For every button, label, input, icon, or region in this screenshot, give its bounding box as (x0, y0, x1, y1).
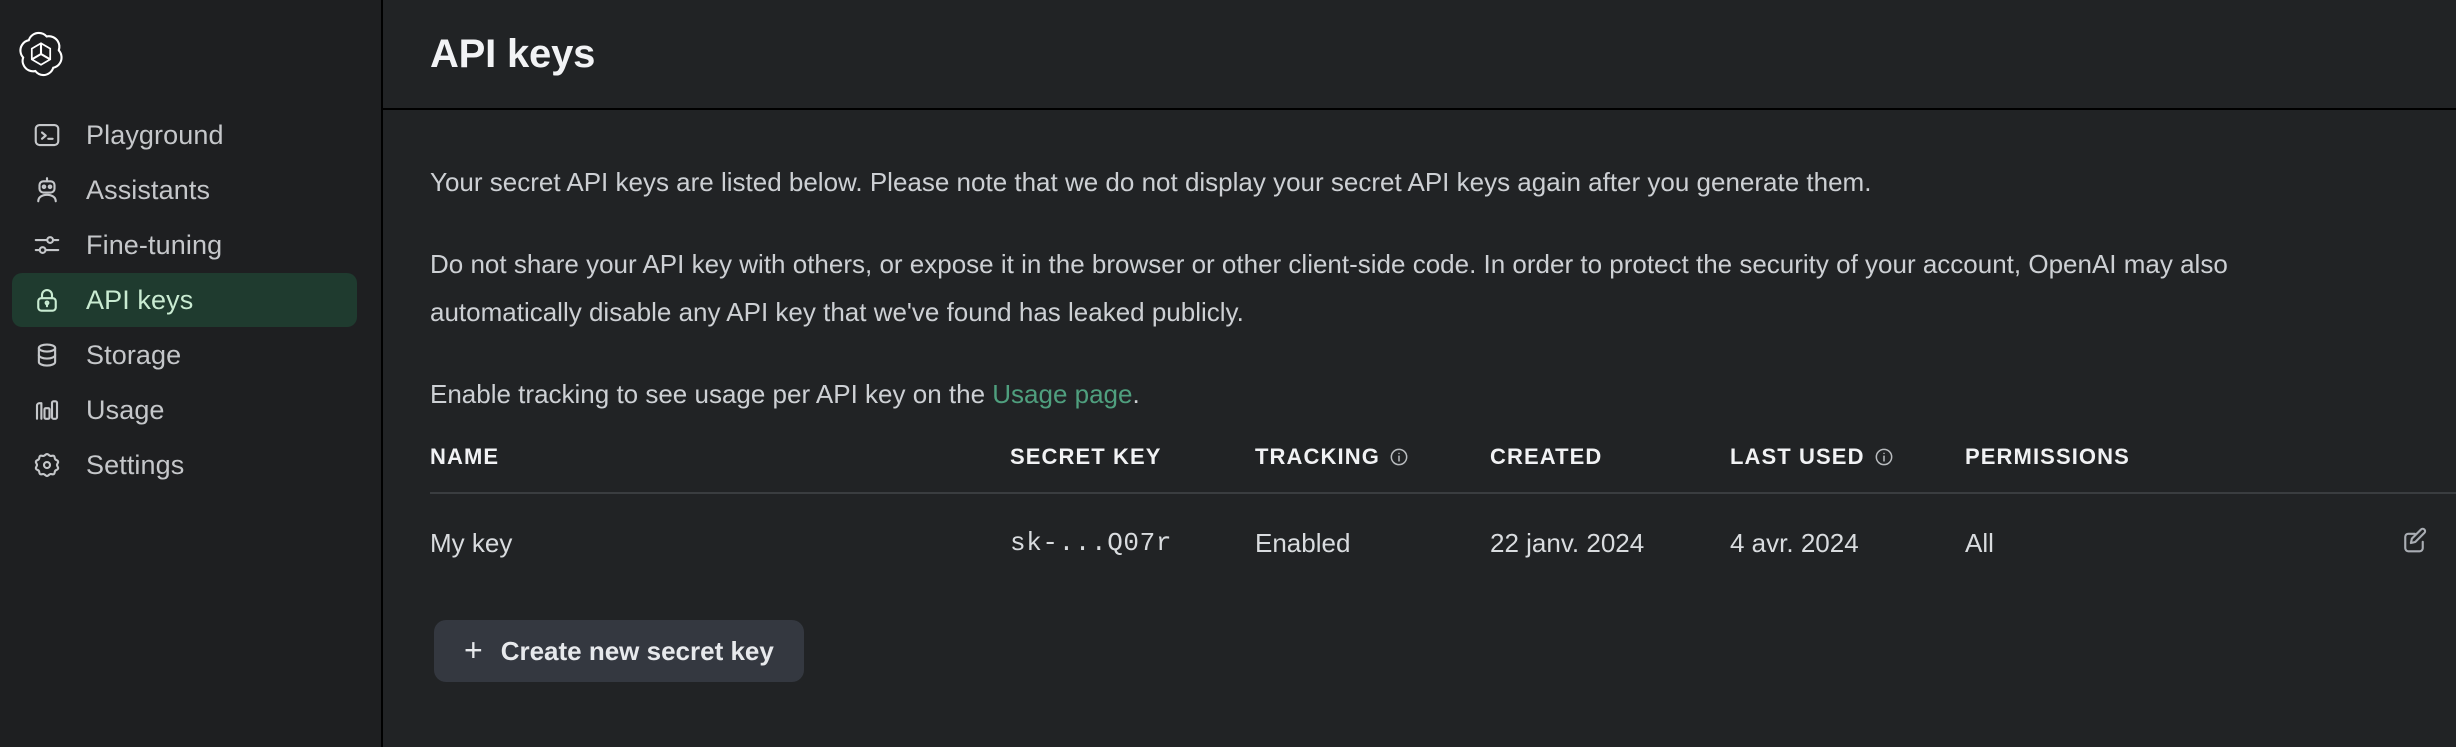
edit-icon[interactable] (2398, 524, 2430, 556)
column-label: SECRET KEY (1010, 444, 1162, 469)
robot-icon (30, 173, 64, 207)
create-new-secret-key-button[interactable]: + Create new secret key (434, 620, 804, 682)
table-body: My key sk-...Q07r Enabled 22 janv. 2024 … (430, 493, 2456, 592)
main-header: API keys (383, 0, 2456, 110)
column-header-name: NAME (430, 444, 1010, 494)
intro-paragraph-1: Your secret API keys are listed below. P… (430, 167, 1872, 197)
database-icon (30, 338, 64, 372)
column-label: CREATED (1490, 444, 1603, 469)
sidebar-item-label: Assistants (86, 174, 211, 205)
sidebar-item-settings[interactable]: Settings (12, 438, 357, 492)
tracking-text-after: . (1132, 379, 1140, 409)
create-button-label: Create new secret key (500, 635, 774, 666)
column-header-tracking: TRACKING (1255, 444, 1490, 494)
gear-icon (30, 448, 64, 482)
sidebar-item-label: API keys (86, 284, 194, 315)
sidebar-item-assistants[interactable]: Assistants (12, 163, 357, 217)
tracking-text-before: Enable tracking to see usage per API key… (430, 379, 993, 409)
cell-last-used: 4 avr. 2024 (1730, 527, 1859, 558)
terminal-icon (30, 118, 64, 152)
sidebar-item-label: Usage (86, 394, 165, 425)
sidebar-item-usage[interactable]: Usage (12, 383, 357, 437)
sidebar-item-label: Playground (86, 119, 224, 150)
openai-logo-icon (18, 31, 64, 77)
column-label: TRACKING (1255, 444, 1380, 469)
api-keys-page: Playground Assistants Fine-tuning API ke… (0, 0, 2456, 747)
cell-secret-key: sk-...Q07r (1010, 528, 1173, 558)
plus-icon: + (464, 632, 483, 668)
sidebar-item-api-keys[interactable]: API keys (12, 273, 357, 327)
column-header-created: CREATED (1490, 444, 1730, 494)
column-label: NAME (430, 444, 500, 469)
column-label: PERMISSIONS (1965, 444, 2130, 469)
sliders-icon (30, 228, 64, 262)
sidebar-item-label: Fine-tuning (86, 229, 223, 260)
sidebar-item-label: Storage (86, 339, 182, 370)
cell-permissions: All (1965, 527, 1994, 558)
main-content: API keys Your secret API keys are listed… (383, 0, 2456, 747)
column-label: LAST USED (1730, 444, 1865, 469)
intro-paragraph-2: Do not share your API key with others, o… (430, 249, 2228, 327)
cell-created: 22 janv. 2024 (1490, 527, 1645, 558)
sidebar-item-storage[interactable]: Storage (12, 328, 357, 382)
cell-tracking: Enabled (1255, 527, 1351, 558)
sidebar-nav: Playground Assistants Fine-tuning API ke… (0, 108, 381, 492)
column-header-actions (2245, 444, 2456, 494)
sidebar-item-playground[interactable]: Playground (12, 108, 357, 162)
bar-chart-icon (30, 393, 64, 427)
info-icon[interactable] (1874, 447, 1894, 467)
table-head: NAME SECRET KEY TRACKING CREATED LAST US… (430, 444, 2456, 494)
cell-key-name: My key (430, 527, 513, 558)
cell-actions (2245, 493, 2456, 592)
intro-paragraph-3: Enable tracking to see usage per API key… (430, 370, 2260, 418)
api-keys-table: NAME SECRET KEY TRACKING CREATED LAST US… (430, 444, 2456, 592)
table-header-row: NAME SECRET KEY TRACKING CREATED LAST US… (430, 444, 2456, 494)
usage-page-link[interactable]: Usage page (992, 379, 1132, 409)
sidebar-item-fine-tuning[interactable]: Fine-tuning (12, 218, 357, 272)
lock-icon (30, 283, 64, 317)
info-icon[interactable] (1389, 447, 1409, 467)
column-header-permissions: PERMISSIONS (1965, 444, 2245, 494)
sidebar-item-label: Settings (86, 449, 185, 480)
sidebar: Playground Assistants Fine-tuning API ke… (0, 0, 383, 747)
main-body: Your secret API keys are listed below. P… (383, 110, 2456, 747)
page-title: API keys (430, 31, 596, 76)
brand-logo[interactable] (0, 0, 381, 108)
column-header-last-used: LAST USED (1730, 444, 1965, 494)
column-header-secret-key: SECRET KEY (1010, 444, 1255, 494)
table-row: My key sk-...Q07r Enabled 22 janv. 2024 … (430, 493, 2456, 592)
